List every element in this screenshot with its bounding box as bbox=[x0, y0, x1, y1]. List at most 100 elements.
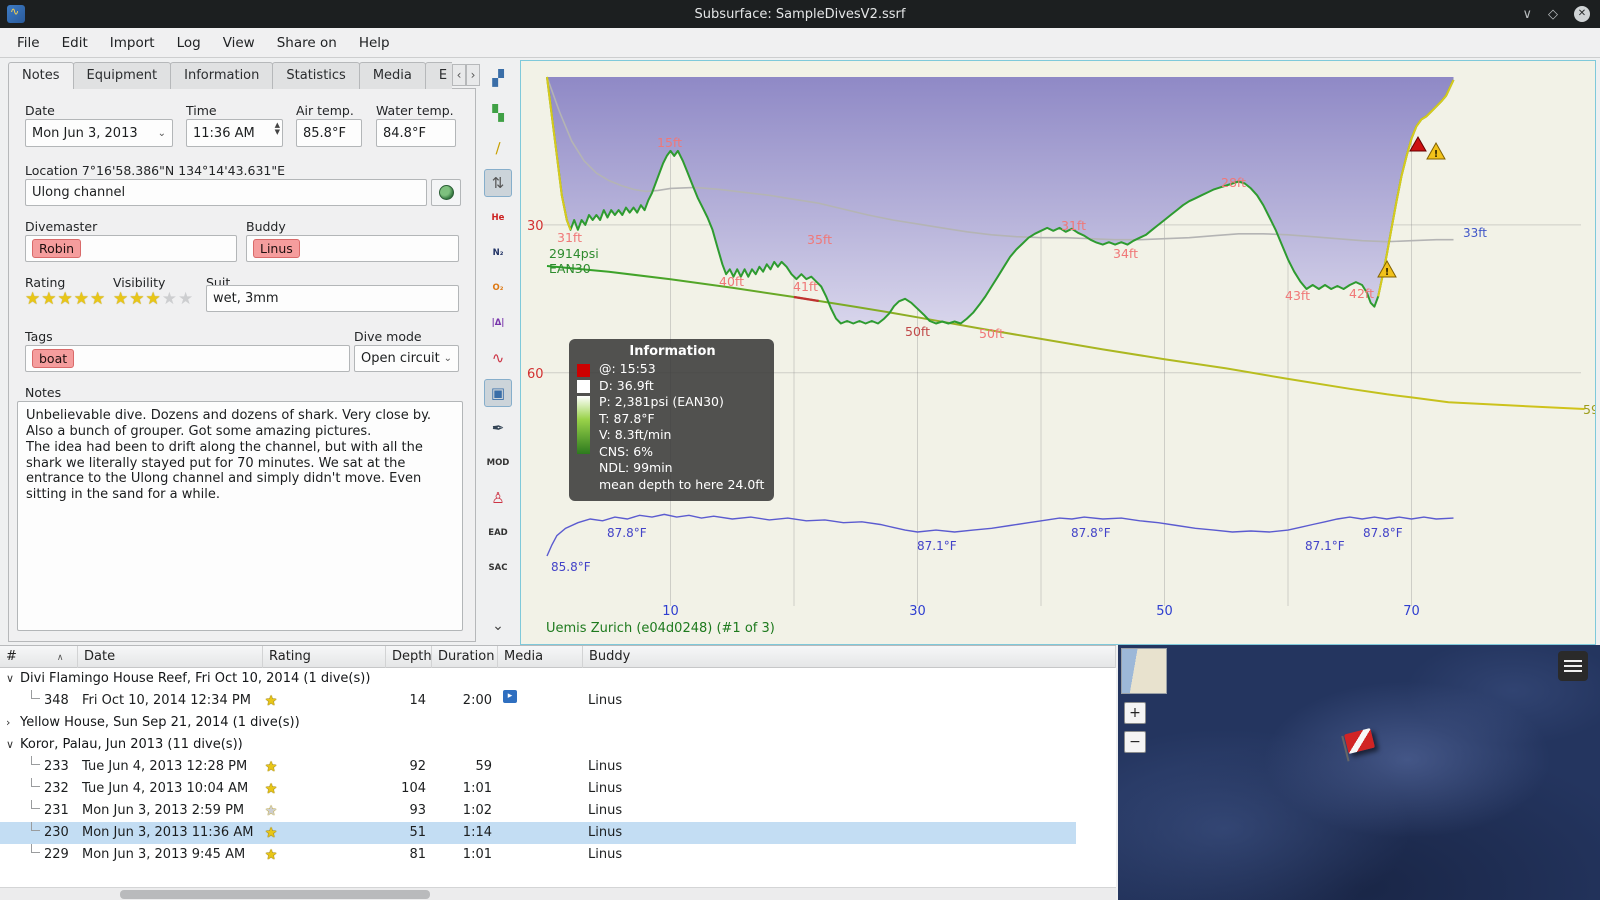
dive-site-map[interactable]: + − bbox=[1118, 645, 1600, 900]
heart-rate-button[interactable]: ∿ bbox=[484, 344, 512, 372]
dive-row[interactable]: 229 Mon Jun 3, 2013 9:45 AM ★ ★ ★ ★ ★ 81 1:01 Lin… bbox=[0, 844, 1116, 866]
close-icon[interactable]: ✕ bbox=[1574, 6, 1590, 22]
buddy-input[interactable]: Linus bbox=[246, 235, 459, 262]
menu-view[interactable]: View bbox=[212, 30, 266, 56]
tag-chip[interactable]: boat bbox=[32, 349, 75, 368]
trip-row[interactable]: ∨ Divi Flamingo House Reef, Fri Oct 10, 2… bbox=[0, 668, 1116, 690]
deco-button[interactable]: ♙ bbox=[484, 484, 512, 512]
notes-textarea[interactable]: Unbelievable dive. Dozens and dozens of … bbox=[17, 401, 463, 631]
tab-notes[interactable]: Notes bbox=[8, 62, 74, 89]
menu-log[interactable]: Log bbox=[166, 30, 212, 56]
map-menu-button[interactable] bbox=[1558, 651, 1588, 681]
toggle-calc-ceiling-button[interactable]: ▚ bbox=[484, 99, 512, 127]
dive-row[interactable]: 231 Mon Jun 3, 2013 2:59 PM ★ ★ ★ ★ ★ 93 1:02 Lin… bbox=[0, 800, 1116, 822]
time-spinner[interactable]: 11:36 AM ▲ ▼ bbox=[186, 119, 283, 147]
tab-scroll-right-icon[interactable]: › bbox=[466, 64, 480, 86]
tab-scroll-left-icon[interactable]: ‹ bbox=[452, 64, 466, 86]
chart-annotation: 87.8°F bbox=[1363, 526, 1403, 540]
menu-share-on[interactable]: Share on bbox=[266, 30, 348, 56]
ead-button[interactable]: EAD bbox=[484, 519, 512, 547]
air-temp-field[interactable]: 85.8°F bbox=[296, 119, 362, 147]
chart-annotation: 591psi bbox=[1583, 402, 1595, 417]
tab-statistics[interactable]: Statistics bbox=[272, 62, 360, 89]
chart-annotation: 30 bbox=[527, 219, 544, 234]
star-icon: ★ bbox=[265, 825, 278, 841]
tags-input[interactable]: boat bbox=[25, 345, 350, 372]
tree-elbow bbox=[31, 822, 40, 831]
dive-date: Tue Jun 4, 2013 12:28 PM bbox=[82, 759, 248, 774]
map-overview-inset[interactable] bbox=[1121, 648, 1167, 694]
dive-profile-chart[interactable]: ! ! 30 60 10 30 50 70 15ft 28ft 31ft 2914psi EAN30… bbox=[520, 60, 1596, 645]
chart-annotation: 31ft bbox=[557, 230, 582, 245]
menu-import[interactable]: Import bbox=[99, 30, 166, 56]
gas-pressures-button[interactable]: |Δ| bbox=[484, 309, 512, 337]
column-header-date[interactable]: Date bbox=[78, 646, 263, 668]
column-header-buddy[interactable]: Buddy bbox=[583, 646, 1116, 668]
dive-row[interactable]: 233 Tue Jun 4, 2013 12:28 PM ★ ★ ★ ★ ★ 92 59 Linu… bbox=[0, 756, 1116, 778]
minimize-icon[interactable]: ∨ bbox=[1522, 7, 1532, 22]
chart-annotation: 33ft bbox=[1463, 226, 1487, 240]
trip-row[interactable]: ∨ Koror, Palau, Jun 2013 (11 dive(s)) bbox=[0, 734, 1116, 756]
map-zoom-in-button[interactable]: + bbox=[1124, 702, 1146, 724]
menu-edit[interactable]: Edit bbox=[51, 30, 99, 56]
ruler-button[interactable]: ∕ bbox=[484, 134, 512, 162]
dive-number: 230 bbox=[44, 825, 69, 840]
pp-oxygen-button[interactable]: O₂ bbox=[484, 274, 512, 302]
tab-media[interactable]: Media bbox=[358, 62, 426, 89]
dive-row[interactable]: 348 Fri Oct 10, 2014 12:34 PM ★ ★ ★ ★ ★ 14 2:00 ▸… bbox=[0, 690, 1116, 712]
tab-e[interactable]: E bbox=[424, 62, 452, 89]
column-header-rating[interactable]: Rating bbox=[263, 646, 386, 668]
scrollbar-thumb[interactable] bbox=[120, 890, 430, 899]
toggle-dc-ceiling-button[interactable]: ▞ bbox=[484, 64, 512, 92]
location-input[interactable]: Ulong channel bbox=[25, 179, 427, 206]
dive-buddy: Linus bbox=[588, 825, 623, 840]
dive-date: Mon Jun 3, 2013 2:59 PM bbox=[82, 803, 245, 818]
water-temp-field[interactable]: 84.8°F bbox=[376, 119, 456, 147]
divemaster-input[interactable]: Robin bbox=[25, 235, 237, 262]
dive-row[interactable]: 232 Tue Jun 4, 2013 10:04 AM ★ ★ ★ ★ ★ 104 1:01 L… bbox=[0, 778, 1116, 800]
date-select[interactable]: Mon Jun 3, 2013 ⌄ bbox=[25, 119, 173, 147]
dive-number: 233 bbox=[44, 759, 69, 774]
rating-stars[interactable]: ★★★★★ bbox=[25, 289, 106, 309]
menu-file[interactable]: File bbox=[6, 30, 51, 56]
mod-button[interactable]: MOD bbox=[484, 449, 512, 477]
pp-nitrogen-button[interactable]: N₂ bbox=[484, 239, 512, 267]
divemaster-chip[interactable]: Robin bbox=[32, 239, 82, 258]
collapse-icon[interactable]: ∨ bbox=[6, 668, 14, 690]
spinner-arrows-icon[interactable]: ▲ ▼ bbox=[275, 122, 280, 136]
map-location-button[interactable] bbox=[431, 179, 461, 206]
dive-mode-select[interactable]: Open circuit ⌄ bbox=[354, 345, 459, 372]
visibility-stars[interactable]: ★★★★★ bbox=[113, 289, 194, 309]
expand-icon[interactable]: › bbox=[6, 712, 10, 734]
tree-elbow bbox=[31, 756, 40, 765]
buddy-chip[interactable]: Linus bbox=[253, 239, 300, 258]
column-header-duration[interactable]: Duration bbox=[432, 646, 498, 668]
profile-infobox[interactable]: Information @: 15:53 D: 36.9ft P: 2,381psi… bbox=[569, 339, 774, 501]
tab-equipment[interactable]: Equipment bbox=[72, 62, 172, 89]
media-icon[interactable]: ▸ bbox=[503, 690, 517, 703]
toolbar-collapse-icon[interactable]: ⌄ bbox=[492, 618, 504, 634]
trip-row[interactable]: › Yellow House, Sun Sep 21, 2014 (1 dive(… bbox=[0, 712, 1116, 734]
star-icon: ★ bbox=[57, 289, 74, 309]
chart-annotation: 40ft bbox=[719, 274, 744, 289]
dive-flag-marker[interactable] bbox=[1343, 728, 1376, 754]
scale-button[interactable]: ⇅ bbox=[484, 169, 512, 197]
svg-text:!: ! bbox=[1434, 149, 1439, 160]
dive-events-button[interactable]: ✒ bbox=[484, 414, 512, 442]
sort-ascending-icon: ∧ bbox=[56, 653, 64, 663]
menu-help[interactable]: Help bbox=[348, 30, 401, 56]
tab-information[interactable]: Information bbox=[170, 62, 274, 89]
horizontal-scrollbar[interactable] bbox=[0, 887, 1116, 900]
photos-button[interactable]: ▣ bbox=[484, 379, 512, 407]
pp-helium-button[interactable]: He bbox=[484, 204, 512, 232]
map-zoom-out-button[interactable]: − bbox=[1124, 731, 1146, 753]
suit-input[interactable]: wet, 3mm bbox=[206, 285, 459, 312]
column-header-depth[interactable]: Depth bbox=[386, 646, 432, 668]
dive-row[interactable]: 230 Mon Jun 3, 2013 11:36 AM ★ ★ ★ ★ ★ 51 1:14 Li… bbox=[0, 822, 1076, 844]
collapse-icon[interactable]: ∨ bbox=[6, 734, 14, 756]
column-header-num[interactable]: # ∧ bbox=[0, 646, 78, 668]
sac-button[interactable]: SAC bbox=[484, 554, 512, 582]
column-header-media[interactable]: Media bbox=[498, 646, 583, 668]
maximize-icon[interactable]: ◇ bbox=[1548, 7, 1558, 22]
chart-annotation: EAN30 bbox=[549, 261, 591, 276]
